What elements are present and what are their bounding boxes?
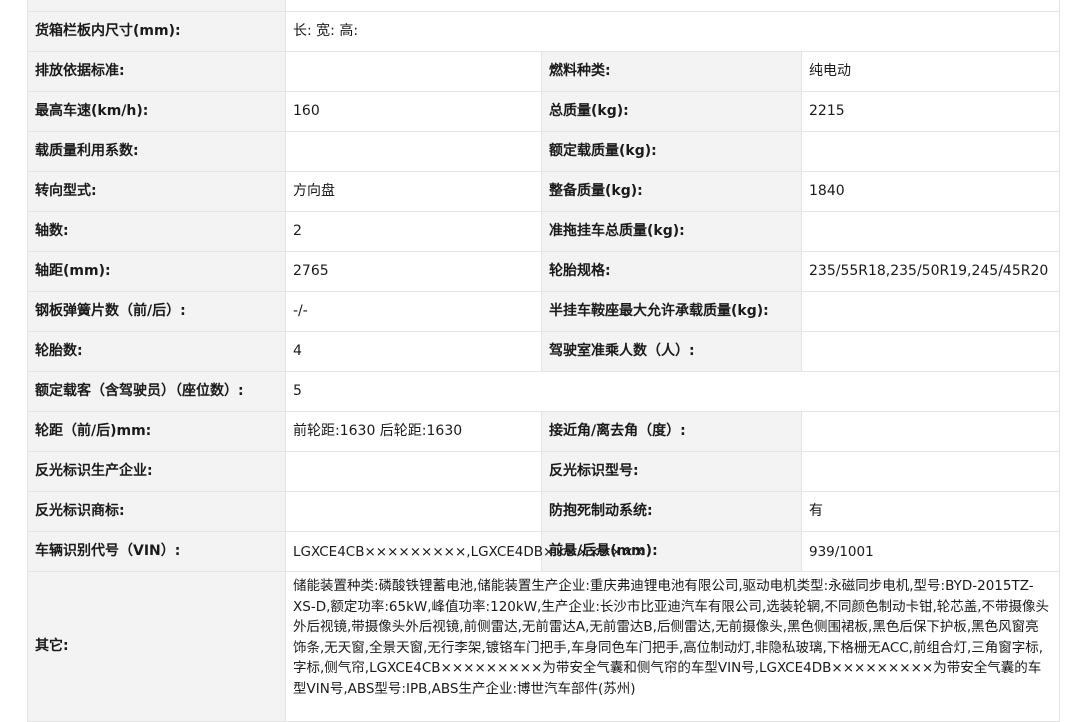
table-row: 轮距（前/后)mm: 前轮距:1630 后轮距:1630 接近角/离去角（度）:: [27, 411, 1060, 452]
row-value: [801, 291, 1060, 332]
table-row: 反光标识生产企业: 反光标识型号:: [27, 451, 1060, 492]
table-row-other: 其它: 储能装置种类:磷酸铁锂蓄电池,储能装置生产企业:重庆弗迪锂电池有限公司,…: [27, 571, 1060, 722]
table-row: 载质量利用系数: 额定载质量(kg):: [27, 131, 1060, 172]
row-label: 驾驶室准乘人数（人）:: [541, 331, 802, 372]
row-value: [285, 451, 542, 492]
row-label: 反光标识型号:: [541, 451, 802, 492]
other-value: 储能装置种类:磷酸铁锂蓄电池,储能装置生产企业:重庆弗迪锂电池有限公司,驱动电机…: [293, 578, 1050, 697]
table-row-top-cut: [27, 0, 1060, 12]
table-row: 轴距(mm): 2765 轮胎规格: 235/55R18,235/50R19,2…: [27, 251, 1060, 292]
row-value: [285, 491, 542, 532]
row-value: 前轮距:1630 后轮距:1630: [285, 411, 542, 452]
table-row: 排放依据标准: 燃料种类: 纯电动: [27, 51, 1060, 92]
row-value: 有: [801, 491, 1060, 532]
row-value: 纯电动: [801, 51, 1060, 92]
row-label: 载质量利用系数:: [27, 131, 286, 172]
row-label: 防抱死制动系统:: [541, 491, 802, 532]
row-label: 轴距(mm):: [27, 251, 286, 292]
row-value: [285, 51, 542, 92]
row-label: 半挂车鞍座最大允许承载质量(kg):: [541, 291, 802, 332]
row-value: 160: [285, 91, 542, 132]
row-label: 燃料种类:: [541, 51, 802, 92]
row-label: 排放依据标准:: [27, 51, 286, 92]
table-row: 最高车速(km/h): 160 总质量(kg): 2215: [27, 91, 1060, 132]
row-label: 反光标识商标:: [27, 491, 286, 532]
row-label: 最高车速(km/h):: [27, 91, 286, 132]
row-label: 轮距（前/后)mm:: [27, 411, 286, 452]
row-label: 反光标识生产企业:: [27, 451, 286, 492]
row-value: [801, 411, 1060, 452]
table-row: 转向型式: 方向盘 整备质量(kg): 1840: [27, 171, 1060, 212]
row-value: LGXCE4CB×××××××××,LGXCE4DB×××××××××: [285, 531, 645, 572]
row-value: [285, 131, 542, 172]
row-value: 1840: [801, 171, 1060, 212]
spec-sheet: 货箱栏板内尺寸(mm): 长: 宽: 高: 排放依据标准: 燃料种类: 纯电动 …: [27, 0, 1060, 722]
row-label: 准拖挂车总质量(kg):: [541, 211, 802, 252]
table-row: 货箱栏板内尺寸(mm): 长: 宽: 高:: [27, 11, 1060, 52]
row-value: -/-: [285, 291, 542, 332]
row-label: 额定载客（含驾驶员）（座位数）:: [27, 371, 286, 412]
row-label: 轮胎数:: [27, 331, 286, 372]
row-value: 长: 宽: 高:: [285, 11, 1060, 52]
row-label: 轮胎规格:: [541, 251, 802, 292]
row-value: 2215: [801, 91, 1060, 132]
other-label: 其它:: [27, 571, 286, 722]
row-value: 235/55R18,235/50R19,245/45R20: [801, 251, 1060, 292]
row-value: 2765: [285, 251, 542, 292]
table-row: 车辆识别代号（VIN）: LGXCE4CB×××××××××,LGXCE4DB×…: [27, 531, 1060, 572]
row-label: 额定载质量(kg):: [541, 131, 802, 172]
row-label: 整备质量(kg):: [541, 171, 802, 212]
row-value: 939/1001: [801, 531, 1060, 572]
row-label: 车辆识别代号（VIN）:: [27, 531, 286, 572]
row-value: 2: [285, 211, 542, 252]
spec-table: 货箱栏板内尺寸(mm): 长: 宽: 高: 排放依据标准: 燃料种类: 纯电动 …: [27, 0, 1060, 722]
row-label: 货箱栏板内尺寸(mm):: [27, 11, 286, 52]
row-label: 轴数:: [27, 211, 286, 252]
row-label: 总质量(kg):: [541, 91, 802, 132]
table-row: 轮胎数: 4 驾驶室准乘人数（人）:: [27, 331, 1060, 372]
row-label: 钢板弹簧片数（前/后）:: [27, 291, 286, 332]
row-value: 4: [285, 331, 542, 372]
table-row: 反光标识商标: 防抱死制动系统: 有: [27, 491, 1060, 532]
row-label: 转向型式:: [27, 171, 286, 212]
row-value: 5: [285, 371, 1060, 412]
row-value: [801, 331, 1060, 372]
row-label: 前悬/后悬(mm):: [541, 531, 802, 572]
row-value: 方向盘: [285, 171, 542, 212]
row-value: [801, 211, 1060, 252]
row-value: [801, 131, 1060, 172]
row-value: [801, 451, 1060, 492]
table-row: 钢板弹簧片数（前/后）: -/- 半挂车鞍座最大允许承载质量(kg):: [27, 291, 1060, 332]
table-row: 额定载客（含驾驶员）（座位数）: 5: [27, 371, 1060, 412]
row-label: 接近角/离去角（度）:: [541, 411, 802, 452]
table-row: 轴数: 2 准拖挂车总质量(kg):: [27, 211, 1060, 252]
